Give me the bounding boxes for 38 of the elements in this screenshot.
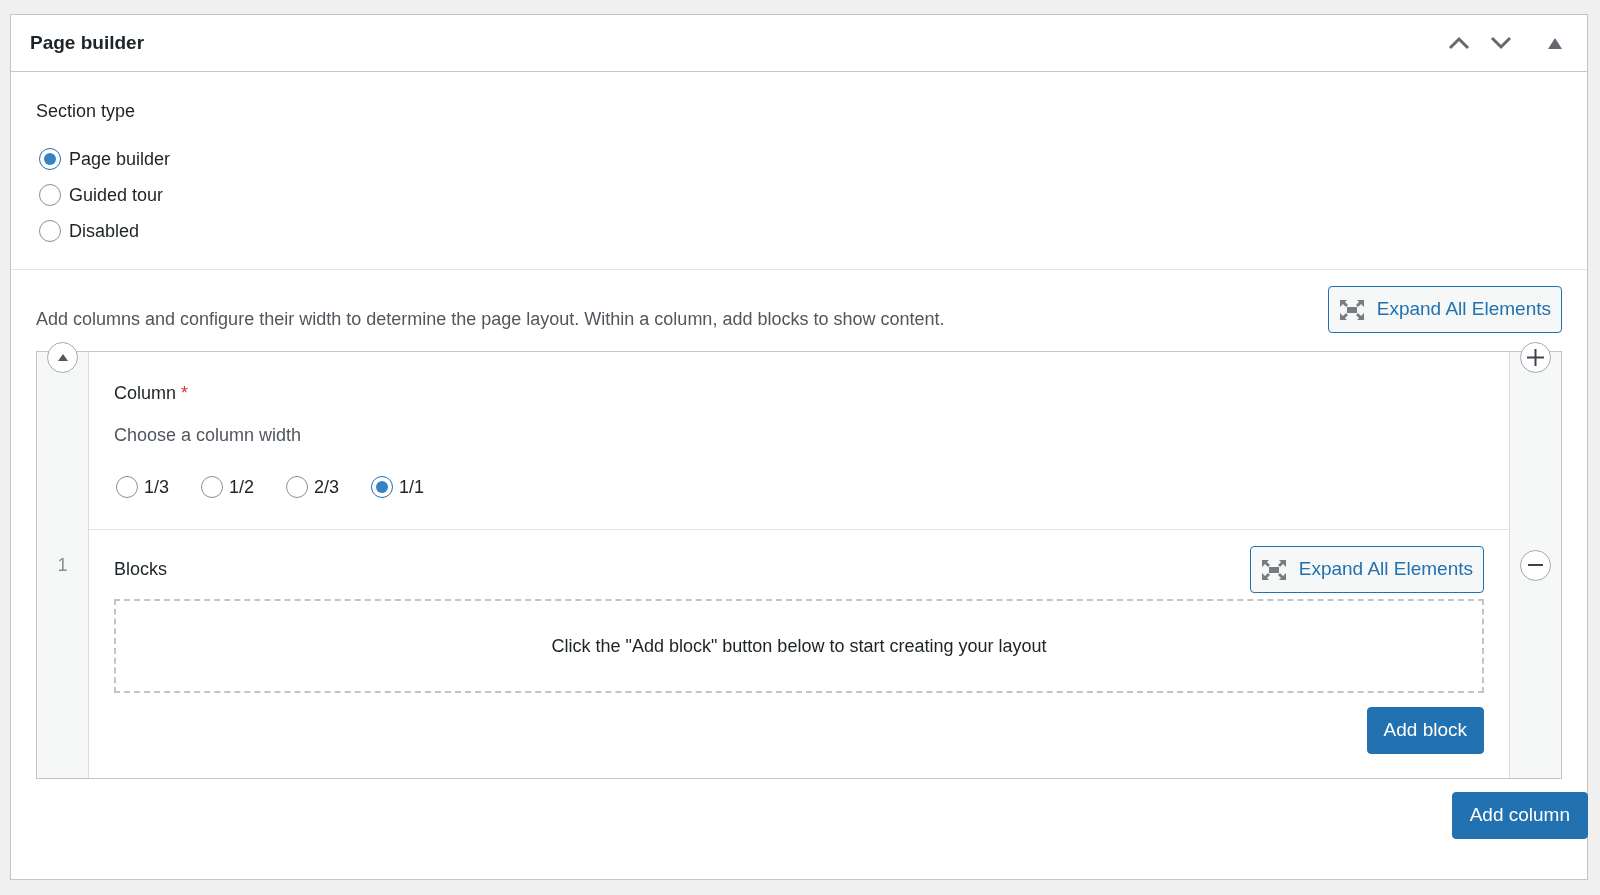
expand-all-button[interactable]: Expand All Elements	[1249, 546, 1484, 593]
column-label: Column	[114, 383, 177, 403]
required-mark: *	[181, 383, 189, 403]
remove-row-button[interactable]	[1520, 549, 1551, 581]
expand-arrows-icon	[1260, 558, 1287, 581]
empty-blocks-message: Click the "Add block" button below to start creating your layout	[114, 599, 1484, 693]
section-type-option-label[interactable]: Page builder	[69, 145, 171, 173]
minus-icon	[1528, 564, 1543, 566]
layout-description: Add columns and configure their width to determine the page layout. Within a column, add blocks to show content.	[36, 308, 945, 331]
column-width-radio[interactable]	[286, 476, 309, 498]
section-type-option-radio[interactable]	[39, 220, 61, 242]
add-column-button[interactable]: Add column	[1451, 792, 1588, 839]
section-type-option-radio[interactable]	[39, 184, 61, 206]
section-type-option-label[interactable]: Guided tour	[69, 181, 164, 209]
section-type-option-radio[interactable]	[39, 148, 61, 170]
move-row-button[interactable]	[47, 342, 78, 373]
chevron-down-icon	[1490, 36, 1512, 50]
column-width-label[interactable]: 1/1	[399, 473, 425, 501]
section-type-label: Section type	[36, 100, 137, 123]
column-width-label[interactable]: 1/2	[229, 473, 255, 501]
expand-all-button[interactable]: Expand All Elements	[1327, 286, 1562, 333]
column-width-radio[interactable]	[201, 476, 224, 498]
add-block-button[interactable]: Add block	[1366, 707, 1484, 754]
column-width-radio[interactable]	[371, 476, 394, 498]
triangle-up-icon	[57, 354, 68, 361]
row-number: 1	[57, 553, 68, 577]
blocks-label: Blocks	[114, 558, 167, 581]
chevron-up-icon	[1448, 36, 1470, 50]
triangle-up-icon	[1548, 37, 1562, 49]
expand-arrows-icon	[1338, 298, 1365, 321]
column-width-hint: Choose a column width	[114, 424, 303, 447]
column-width-label[interactable]: 2/3	[314, 473, 340, 501]
panel-title: Page builder	[30, 30, 146, 55]
column-width-label[interactable]: 1/3	[144, 473, 170, 501]
plus-icon	[1527, 349, 1544, 366]
section-type-option-label[interactable]: Disabled	[69, 217, 140, 245]
column-width-radio[interactable]	[116, 476, 138, 498]
add-row-button[interactable]	[1520, 342, 1551, 373]
